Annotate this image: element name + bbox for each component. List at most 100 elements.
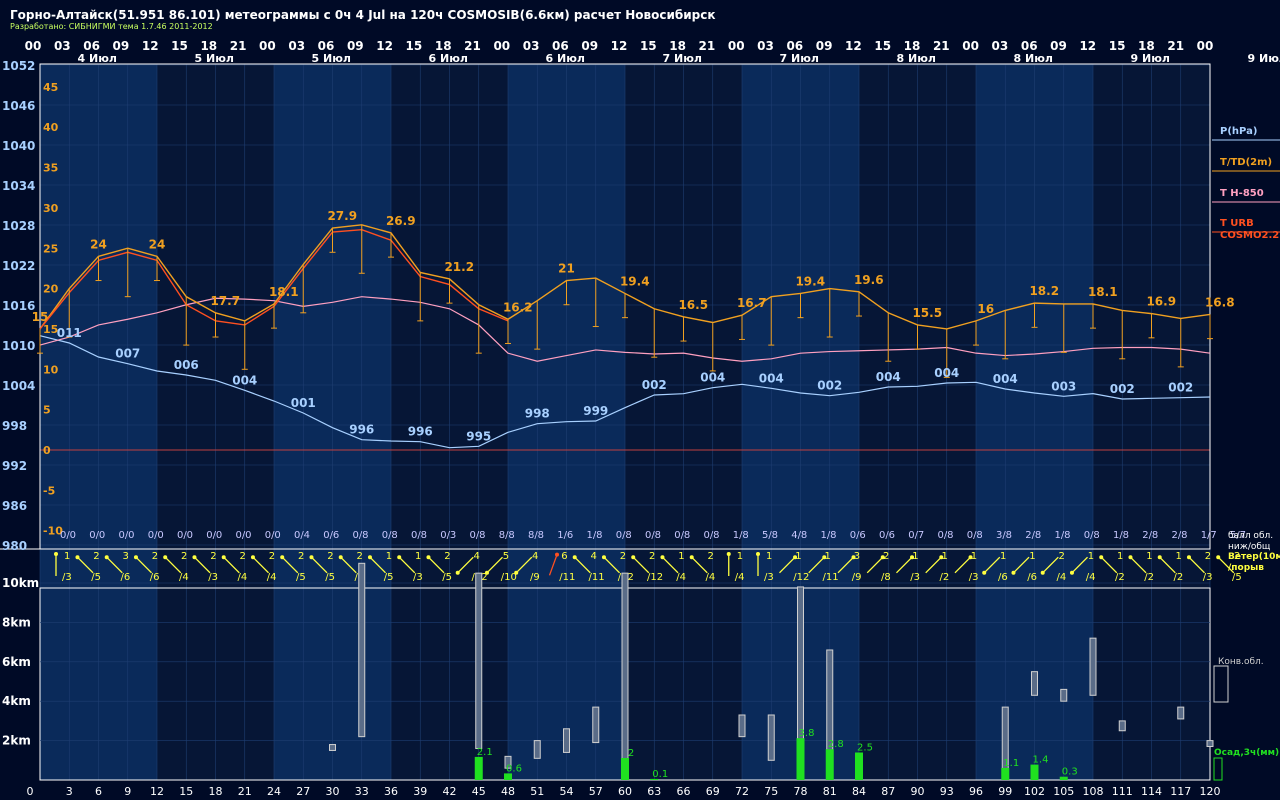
hour-label-bottom: 60 (618, 785, 632, 798)
wind-gust-value: /2 (1174, 572, 1184, 583)
wind-speed-value: 2 (357, 551, 363, 562)
wind-gust-value: /5 (1232, 572, 1242, 583)
hour-label-top: 18 (669, 39, 686, 53)
temperature-tick: 0 (43, 444, 51, 457)
hour-label-top: 12 (611, 39, 628, 53)
temperature-data-label: 18.1 (1088, 285, 1118, 299)
temperature-data-label: 18.1 (269, 285, 299, 299)
day-band (215, 64, 245, 780)
convective-cloud-bar (592, 706, 600, 744)
wind-gust-value: /5 (384, 572, 394, 583)
hour-label-top: 03 (54, 39, 71, 53)
hour-label-bottom: 36 (384, 785, 398, 798)
cloud-cover-value: 0/0 (118, 530, 134, 541)
cloud-cover-value: 0/8 (352, 530, 368, 541)
pressure-tick: 1028 (2, 219, 35, 233)
day-band (98, 64, 128, 780)
height-tick: 2km (2, 734, 31, 748)
pressure-data-label: 003 (1051, 379, 1076, 393)
precipitation-legend: Осад,3ч(мм) (1214, 748, 1279, 758)
day-band (1122, 64, 1152, 780)
pressure-tick: 980 (2, 539, 27, 553)
hour-label-bottom: 105 (1053, 785, 1074, 798)
hour-label-top: 18 (200, 39, 217, 53)
day-band (244, 64, 274, 780)
precipitation-bar (796, 738, 805, 780)
cloud-cover-value: 5/8 (762, 530, 778, 541)
wind-gust-value: /6 (121, 572, 131, 583)
hour-label-bottom: 108 (1083, 785, 1104, 798)
hour-label-bottom: 51 (530, 785, 544, 798)
cloud-cover-value: 0/8 (703, 530, 719, 541)
hour-label-top: 03 (757, 39, 774, 53)
wind-speed-value: 3 (123, 551, 129, 562)
hour-label-bottom: 21 (238, 785, 252, 798)
temperature-data-label: 17.7 (210, 294, 240, 308)
wind-gust-value: /4 (1057, 572, 1067, 583)
meteogram-chart: 00 03 06 09 12 15 18 21 00 03 06 09 12 15 18 21 00 03 06 09… (0, 39, 1280, 798)
day-label: 9 Июл (1248, 52, 1280, 65)
pressure-data-label: 004 (700, 371, 725, 385)
day-band (274, 64, 304, 780)
hour-label-top: 15 (640, 39, 657, 53)
temperature-data-label: 19.6 (854, 273, 884, 287)
wind-speed-value: 1 (971, 551, 977, 562)
cloud-cover-value: 0/8 (1084, 530, 1100, 541)
day-band (976, 64, 1006, 780)
day-band (478, 64, 508, 780)
temperature-data-label: 26.9 (386, 214, 416, 228)
cloud-cover-value: 1/8 (1113, 530, 1129, 541)
precipitation-bar (855, 752, 863, 780)
wind-arrow-head (104, 555, 109, 560)
hour-label-top: 21 (699, 39, 716, 53)
cloud-cover-value: 0/8 (645, 530, 661, 541)
pressure-tick: 1004 (2, 379, 35, 393)
convective-cloud-bar (475, 572, 483, 749)
day-band (127, 64, 157, 780)
legend-entry: COSMO2.2 (1220, 230, 1279, 241)
wind-arrow-head (54, 552, 58, 556)
wind-arrow-head (455, 570, 460, 575)
wind-gust-value: /11 (559, 572, 575, 583)
precipitation-bar (1030, 764, 1039, 780)
wind-speed-value: 1 (1146, 551, 1152, 562)
wind-speed-value: 2 (620, 551, 626, 562)
cloud-cover-legend: балл обл. (1228, 531, 1273, 541)
convective-cloud-bar (533, 740, 541, 759)
wind-gust-value: /4 (238, 572, 248, 583)
temperature-data-label: 18.2 (1029, 284, 1059, 298)
hour-label-top: 06 (552, 39, 569, 53)
wind-arrow-head (221, 555, 226, 560)
hour-label-top: 21 (230, 39, 247, 53)
day-band (449, 64, 479, 780)
wind-gust-value: /5 (442, 572, 452, 583)
hour-label-bottom: 15 (179, 785, 193, 798)
wind-gust-value: /3 (413, 572, 423, 583)
cloud-cover-value: 0/0 (206, 530, 222, 541)
wind-arrow-head (689, 555, 694, 560)
wind-speed-value: 2 (883, 551, 889, 562)
cloud-cover-value: 1/6 (557, 530, 573, 541)
wind-gust-value: /3 (764, 572, 774, 583)
convective-cloud-bar (1177, 706, 1185, 720)
hour-label-top: 12 (845, 39, 862, 53)
wind-gust-value: /3 (208, 572, 218, 583)
wind-speed-value: 2 (181, 551, 187, 562)
wind-arrow-head (1128, 555, 1133, 560)
temperature-tick: 10 (43, 363, 59, 376)
day-band (917, 64, 947, 780)
temperature-data-label: 24 (90, 237, 107, 251)
precipitation-value-label: 1.1 (1003, 758, 1019, 769)
day-label: 5 Июл (195, 52, 234, 65)
wind-speed-value: 2 (649, 551, 655, 562)
wind-arrow-head (192, 555, 197, 560)
hour-label-bottom: 0 (27, 785, 34, 798)
wind-speed-value: 1 (678, 551, 684, 562)
day-band (829, 64, 859, 780)
day-band (625, 64, 655, 780)
pressure-data-label: 006 (174, 358, 199, 372)
cloud-cover-value: 0/8 (937, 530, 953, 541)
wind-speed-value: 1 (1000, 551, 1006, 562)
wind-speed-value: 2 (708, 551, 714, 562)
day-label: 5 Июл (312, 52, 351, 65)
